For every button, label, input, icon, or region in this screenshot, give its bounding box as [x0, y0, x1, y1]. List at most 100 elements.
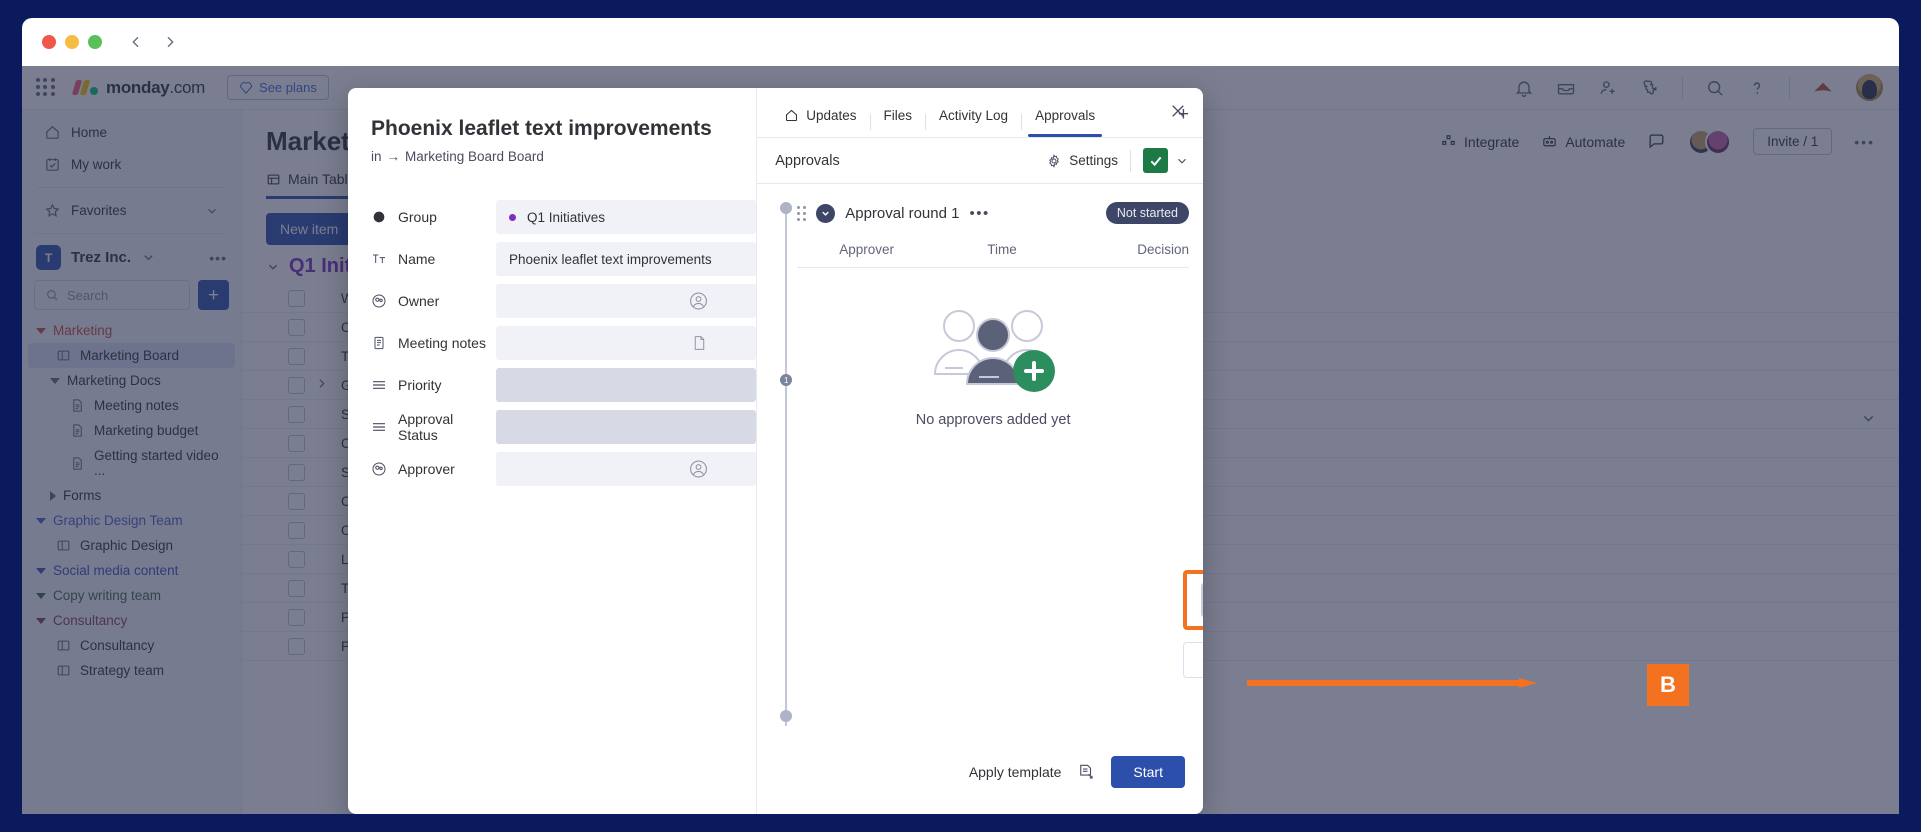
field-value-approver[interactable]	[496, 452, 756, 486]
collapse-round-icon[interactable]	[816, 204, 835, 223]
breadcrumb: in → Marketing Board Board	[371, 149, 756, 164]
field-label-approval-status: Approval Status	[398, 411, 496, 443]
column-header-approver: Approver	[797, 242, 987, 257]
field-row-priority: Priority	[371, 368, 756, 402]
apply-template-button[interactable]: Apply template	[969, 764, 1062, 780]
text-icon	[371, 251, 387, 267]
column-header-decision: Decision	[1137, 242, 1189, 257]
column-header-time: Time	[987, 242, 1137, 257]
forward-button[interactable]	[162, 34, 178, 50]
back-button[interactable]	[128, 34, 144, 50]
field-label-owner: Owner	[398, 293, 439, 309]
field-row-owner: Owner	[371, 284, 756, 318]
add-approver-input[interactable]: + Add Approver	[1201, 583, 1203, 617]
add-person-badge-icon[interactable]	[1013, 350, 1055, 392]
minimize-window-button[interactable]	[65, 35, 79, 49]
field-row-approver: Approver	[371, 452, 756, 486]
approval-round-name[interactable]: Approval round 1	[845, 205, 959, 222]
annotation-arrow	[1247, 678, 1537, 688]
person-placeholder-icon	[689, 292, 708, 311]
field-value-name[interactable]: Phoenix leaflet text improvements	[496, 242, 756, 276]
drag-handle-icon[interactable]	[797, 206, 806, 221]
field-value-group-text: Q1 Initiatives	[527, 210, 605, 225]
tab-approvals[interactable]: Approvals	[1022, 108, 1108, 136]
item-fields-panel: Phoenix leaflet text improvements in → M…	[348, 88, 756, 814]
item-activity-panel: Updates Files Activity Log Approvals + A…	[756, 88, 1203, 814]
add-approver-highlight-box: + Add Approver	[1183, 570, 1203, 630]
approvals-body: 1 Approval round 1 ••• Not started	[757, 184, 1203, 814]
field-row-name: Name Phoenix leaflet text improvements	[371, 242, 756, 276]
doc-placeholder-icon	[691, 335, 708, 352]
tab-files-label: Files	[884, 108, 913, 123]
approval-timeline: 1	[779, 202, 793, 726]
empty-state: No approvers added yet	[797, 302, 1189, 428]
status-badge: Not started	[1106, 202, 1189, 224]
tab-approvals-label: Approvals	[1035, 108, 1095, 123]
field-label-meeting-notes: Meeting notes	[398, 335, 486, 351]
add-new-round-button[interactable]: Add new round	[1183, 642, 1203, 678]
template-doc-icon[interactable]	[1077, 763, 1095, 781]
field-value-name-text: Phoenix leaflet text improvements	[509, 252, 712, 267]
empty-state-text: No approvers added yet	[916, 412, 1071, 428]
person-icon	[371, 293, 387, 309]
field-value-meeting-notes[interactable]	[496, 326, 756, 360]
tab-files[interactable]: Files	[871, 108, 926, 136]
close-icon[interactable]	[1169, 102, 1187, 120]
tab-activity-log[interactable]: Activity Log	[926, 108, 1021, 136]
breadcrumb-board[interactable]: Marketing Board Board	[405, 149, 544, 164]
field-value-approval-status[interactable]	[496, 410, 756, 444]
field-value-group[interactable]: Q1 Initiatives	[496, 200, 756, 234]
status-lines-icon	[371, 419, 387, 435]
group-color-dot-icon	[509, 214, 516, 221]
status-lines-icon	[371, 377, 387, 393]
doc-icon	[371, 335, 387, 351]
field-row-approval-status: Approval Status	[371, 410, 756, 444]
timeline-dot-round-1: 1	[780, 374, 792, 386]
header-divider	[1130, 150, 1131, 172]
settings-label: Settings	[1069, 153, 1118, 168]
round-more-icon[interactable]: •••	[969, 205, 989, 222]
item-title: Phoenix leaflet text improvements	[371, 116, 756, 141]
home-icon	[784, 108, 799, 123]
field-label-name: Name	[398, 251, 435, 267]
approvals-status-select[interactable]	[1143, 148, 1189, 173]
timeline-dot-bottom	[780, 710, 792, 722]
tab-updates[interactable]: Updates	[771, 108, 869, 136]
settings-button[interactable]: Settings	[1046, 153, 1118, 169]
window-controls[interactable]	[42, 35, 102, 49]
timeline-dot-top	[780, 202, 792, 214]
breadcrumb-prefix: in	[371, 149, 382, 164]
field-label-approver: Approver	[398, 461, 455, 477]
field-value-owner[interactable]	[496, 284, 756, 318]
item-detail-modal: Phoenix leaflet text improvements in → M…	[348, 88, 1203, 814]
maximize-window-button[interactable]	[88, 35, 102, 49]
approvals-footer: Apply template Start	[969, 756, 1185, 788]
browser-chrome	[22, 18, 1899, 66]
person-placeholder-icon	[689, 460, 708, 479]
app-viewport: monday.com See plans Home My work	[22, 66, 1899, 814]
close-window-button[interactable]	[42, 35, 56, 49]
approvals-header: Approvals Settings	[757, 138, 1203, 184]
modal-tab-bar: Updates Files Activity Log Approvals +	[757, 88, 1203, 138]
tab-updates-label: Updates	[806, 108, 856, 123]
annotation-badge-b: B	[1647, 664, 1689, 706]
item-fields-list: Group Q1 Initiatives Name	[371, 200, 756, 486]
field-row-meeting-notes: Meeting notes	[371, 326, 756, 360]
green-check-icon	[1143, 148, 1168, 173]
people-group-illustration-icon	[929, 302, 1057, 392]
field-label-group: Group	[398, 209, 437, 225]
tab-activity-log-label: Activity Log	[939, 108, 1008, 123]
chevron-down-icon[interactable]	[1175, 154, 1189, 168]
gear-icon	[1046, 153, 1062, 169]
approval-round-card: Approval round 1 ••• Not started Approve…	[797, 198, 1189, 428]
breadcrumb-arrow-icon: →	[387, 149, 401, 164]
group-dot-icon	[371, 209, 387, 225]
field-value-priority[interactable]	[496, 368, 756, 402]
field-row-group: Group Q1 Initiatives	[371, 200, 756, 234]
timeline-line	[785, 208, 787, 726]
approvals-table-header: Approver Time Decision	[797, 242, 1189, 268]
approvals-title: Approvals	[775, 153, 839, 169]
field-label-priority: Priority	[398, 377, 442, 393]
person-icon	[371, 461, 387, 477]
start-button[interactable]: Start	[1111, 756, 1185, 788]
